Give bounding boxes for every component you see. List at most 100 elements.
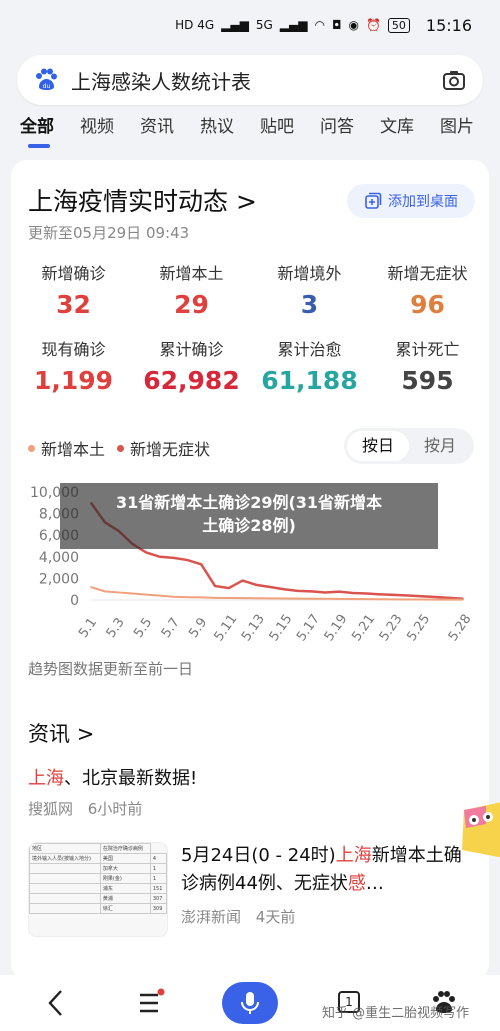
news-source: 搜狐网 bbox=[28, 800, 74, 818]
card-title[interactable]: 上海疫情实时动态 > bbox=[28, 182, 257, 218]
x-tick-label: 5.28 bbox=[446, 612, 475, 644]
tab-hot[interactable]: 热议 bbox=[200, 112, 260, 152]
thumbnail-row: 境外输入人员(按输入地分) 美国 4 bbox=[29, 853, 167, 864]
x-tick-label: 5.15 bbox=[267, 612, 296, 644]
title-text: 5月24日(0 - 24时) bbox=[181, 845, 336, 866]
stat-value: 32 bbox=[56, 290, 91, 319]
news-item-title[interactable]: 上海、北京最新数据! bbox=[28, 764, 197, 790]
search-bar[interactable]: du 上海感染人数统计表 bbox=[17, 55, 483, 105]
add-square-icon bbox=[365, 192, 382, 209]
news-time: 4天前 bbox=[255, 908, 296, 926]
stat-label: 新增本土 bbox=[159, 264, 224, 283]
stat-value: 96 bbox=[410, 290, 445, 319]
eye-icon: ◉ bbox=[348, 18, 359, 32]
stat-value: 62,982 bbox=[143, 366, 240, 395]
news-item-title[interactable]: 5月24日(0 - 24时)上海新增本土确诊病例44例、无症状感… bbox=[181, 842, 476, 898]
x-tick-label: 5.21 bbox=[349, 612, 378, 644]
legend-label: 新增无症状 bbox=[130, 440, 211, 459]
x-tick-label: 5.1 bbox=[76, 615, 100, 641]
alarm-icon: ⏰ bbox=[365, 18, 381, 32]
thumbnail-cell: 4 bbox=[149, 853, 167, 864]
stat-label: 累计确诊 bbox=[159, 340, 224, 359]
app-icon: ◘ bbox=[331, 18, 342, 32]
stat-label: 累计死亡 bbox=[395, 340, 460, 359]
update-time: 更新至05月29日 09:43 bbox=[28, 224, 190, 242]
series-1-point bbox=[255, 597, 258, 600]
chart-update-note: 趋势图数据更新至前一日 bbox=[28, 660, 194, 678]
series-1-point bbox=[241, 597, 244, 599]
series-1-point bbox=[434, 598, 437, 601]
x-tick-label: 5.19 bbox=[322, 612, 351, 644]
x-tick-label: 5.23 bbox=[377, 612, 406, 644]
thumbnail-cell: 1 bbox=[149, 863, 167, 874]
clock: 15:16 bbox=[425, 15, 472, 35]
caption-line: 土确诊28例) bbox=[202, 516, 296, 535]
tab-images[interactable]: 图片 bbox=[440, 112, 500, 152]
title-text: 、北京最新数据! bbox=[64, 768, 198, 789]
series-0-point bbox=[434, 596, 437, 598]
legend-dot bbox=[28, 444, 35, 452]
search-input[interactable]: 上海感染人数统计表 bbox=[71, 66, 441, 95]
status-bar: HD 4G ▂▄▆ 5G ▂▄▆ ◠ ◘ ◉ ⏰ 50 15:16 bbox=[0, 0, 500, 50]
series-1-point bbox=[310, 597, 313, 600]
thumbnail-cell bbox=[29, 903, 101, 914]
thumbnail-cell bbox=[29, 863, 101, 874]
series-1-point bbox=[324, 598, 327, 600]
thumbnail-row: 地区 在院治疗确诊病例 bbox=[29, 843, 167, 854]
stat-item: 新增确诊 32 bbox=[18, 260, 129, 336]
series-0-point bbox=[420, 595, 423, 598]
stat-value: 595 bbox=[401, 366, 454, 395]
baidu-paw-icon: du bbox=[36, 68, 57, 90]
series-0-point bbox=[338, 590, 340, 593]
toggle-monthly-button[interactable]: 按月 bbox=[409, 431, 471, 461]
series-0-point bbox=[255, 584, 258, 586]
y-tick-label: 0 bbox=[70, 593, 79, 609]
series-1-point bbox=[379, 598, 382, 601]
tab-tieba[interactable]: 贴吧 bbox=[260, 112, 320, 152]
mascot-sticker-icon[interactable] bbox=[456, 800, 500, 860]
stat-label: 新增境外 bbox=[277, 264, 342, 283]
thumbnail-cell bbox=[29, 893, 101, 904]
thumbnail-cell: 徐汇 bbox=[99, 903, 151, 914]
series-1-point bbox=[90, 586, 92, 588]
thumbnail-cell: 307 bbox=[149, 893, 167, 904]
legend-item: 新增无症状 bbox=[117, 436, 210, 460]
network-indicator: HD 4G bbox=[175, 18, 215, 32]
news-time: 6小时前 bbox=[87, 800, 143, 818]
tab-wenku[interactable]: 文库 bbox=[380, 112, 440, 152]
series-1-point bbox=[103, 590, 106, 593]
add-to-desktop-button[interactable]: 添加到桌面 bbox=[347, 184, 475, 218]
chevron-right-icon: > bbox=[76, 722, 95, 746]
x-tick-label: 5.11 bbox=[211, 612, 240, 644]
svg-text:du: du bbox=[43, 83, 51, 90]
toggle-daily-button[interactable]: 按日 bbox=[347, 431, 409, 461]
back-icon[interactable] bbox=[44, 985, 68, 1021]
status-icons: HD 4G ▂▄▆ 5G ▂▄▆ ◠ ◘ ◉ ⏰ 50 bbox=[175, 17, 410, 33]
series-1-point bbox=[200, 596, 203, 599]
news-thumbnail[interactable]: 地区 在院治疗确诊病例 境外输入人员(按输入地分) 美国 4 加拿大 1 刚果(金) 1 浦东 15… bbox=[28, 842, 168, 937]
x-tick-label: 5.3 bbox=[104, 615, 128, 641]
series-0-point bbox=[351, 592, 354, 594]
camera-icon[interactable] bbox=[441, 67, 467, 93]
tab-news[interactable]: 资讯 bbox=[140, 112, 200, 152]
battery-icon: 50 bbox=[387, 17, 410, 33]
voice-search-button[interactable] bbox=[222, 982, 278, 1024]
series-0-point bbox=[145, 551, 147, 554]
tab-video[interactable]: 视频 bbox=[80, 112, 140, 152]
tab-qa[interactable]: 问答 bbox=[320, 112, 380, 152]
thumbnail-row: 加拿大 1 bbox=[29, 863, 167, 874]
stat-value: 61,188 bbox=[261, 366, 358, 395]
menu-icon[interactable] bbox=[136, 985, 166, 1021]
network-indicator-2: 5G bbox=[255, 18, 273, 32]
title-highlight: 上海 bbox=[28, 768, 64, 789]
series-1-point bbox=[159, 594, 161, 597]
x-tick-label: 5.5 bbox=[131, 615, 155, 641]
series-1-point bbox=[269, 597, 271, 600]
news-item-meta: 搜狐网 6小时前 bbox=[28, 798, 142, 819]
thumbnail-cell: 浦东 bbox=[99, 883, 151, 894]
series-1-point bbox=[448, 598, 451, 601]
series-1-point bbox=[283, 597, 285, 600]
thumbnail-cell: 151 bbox=[149, 883, 167, 894]
thumbnail-cell: 309 bbox=[149, 903, 167, 914]
news-section-header[interactable]: 资讯 > bbox=[28, 718, 94, 748]
